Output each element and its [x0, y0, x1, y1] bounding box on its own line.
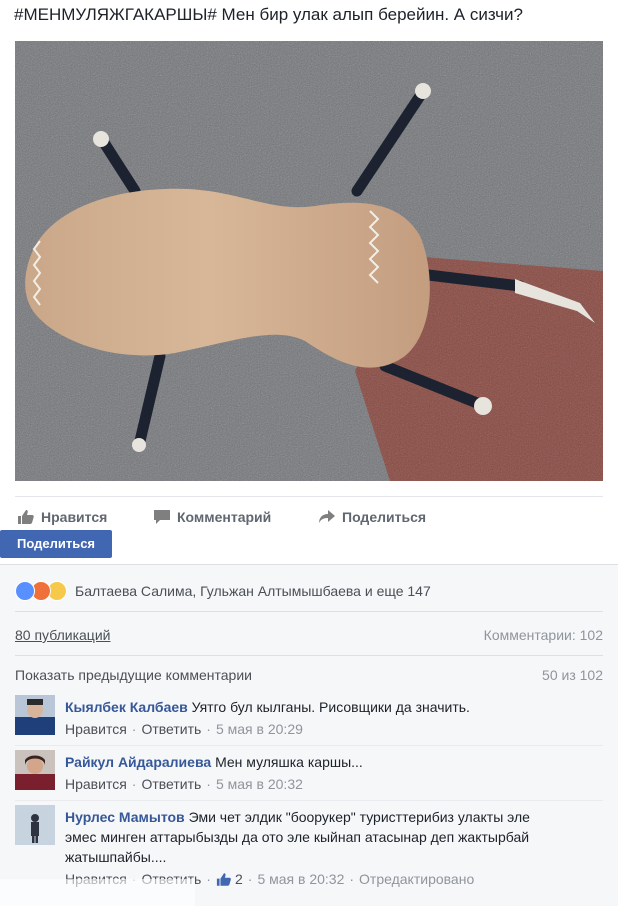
comments-panel: Балтаева Салима, Гульжан Алтымышбаева и … [0, 564, 618, 906]
previous-comments-row: Показать предыдущие комментарии 50 из 10… [15, 667, 603, 687]
comment-action[interactable]: Комментарий [153, 507, 271, 527]
comment-reply-link[interactable]: Ответить [141, 776, 201, 792]
comment-icon [154, 510, 170, 524]
comment-timestamp[interactable]: 5 мая в 20:32 [257, 871, 344, 887]
avatar[interactable] [15, 750, 55, 790]
comment-action-label: Комментарий [177, 509, 272, 525]
comments-count: Комментарии: 102 [483, 627, 603, 643]
comment-text: Уятго бул кылганы. Рисовщики да значить. [191, 699, 470, 715]
comment-author[interactable]: Райкул Айдаралиева [65, 754, 211, 770]
scroll-overlay [0, 879, 195, 906]
post-text: #МЕНМУЛЯЖГАКАРШЫ# Мен бир улак алып бере… [14, 5, 523, 24]
post-photo[interactable] [15, 41, 603, 481]
like-icon [15, 581, 35, 601]
divider [15, 800, 603, 801]
separator-dot: · [206, 776, 211, 792]
comment-reply-link[interactable]: Ответить [141, 721, 201, 737]
comment-edited-label[interactable]: Отредактировано [359, 871, 474, 887]
comment-author[interactable]: Кыялбек Калбаев [65, 699, 188, 715]
separator-dot: · [131, 776, 137, 792]
comment-text: Мен муляшка каршы... [215, 754, 363, 770]
separator-dot: · [247, 871, 253, 887]
thumbs-up-icon [216, 872, 231, 886]
comment-meta: Нравится · Ответить · 5 мая в 20:29 [65, 721, 303, 737]
separator-dot: · [131, 721, 137, 737]
divider [15, 655, 603, 656]
reactions-names: Балтаева Салима, Гульжан Алтымышбаева и … [75, 583, 431, 599]
thumbs-up-icon [18, 510, 34, 524]
share-button[interactable]: Поделиться [0, 530, 112, 558]
separator-dot: · [349, 871, 355, 887]
share-action[interactable]: Поделиться [318, 507, 426, 527]
reactions-summary[interactable]: Балтаева Салима, Гульжан Алтымышбаева и … [15, 579, 603, 603]
comment-timestamp[interactable]: 5 мая в 20:29 [216, 721, 303, 737]
shares-count-link[interactable]: 80 публикаций [15, 627, 110, 643]
comment-likes-count: 2 [234, 871, 243, 887]
comment-author[interactable]: Нурлес Мамытов [65, 809, 185, 825]
comment-likes[interactable]: 2 [216, 871, 243, 887]
comment-like-link[interactable]: Нравится [65, 776, 127, 792]
comment-body: Райкул Айдаралиева Мен муляшка каршы... [65, 752, 565, 772]
separator-dot: · [206, 871, 211, 887]
comment-like-link[interactable]: Нравится [65, 721, 127, 737]
share-action-label: Поделиться [342, 509, 427, 525]
avatar[interactable] [15, 805, 55, 845]
post-stats: 80 публикаций Комментарии: 102 [15, 627, 603, 647]
divider [15, 611, 603, 612]
comments-pager-counter: 50 из 102 [542, 667, 603, 683]
comment-body: Нурлес Мамытов Эми чет элдик "боорукер" … [65, 807, 565, 867]
comment-timestamp[interactable]: 5 мая в 20:32 [216, 776, 303, 792]
divider [15, 745, 603, 746]
comment-body: Кыялбек Калбаев Уятго бул кылганы. Рисов… [65, 697, 565, 717]
show-previous-comments-link[interactable]: Показать предыдущие комментарии [15, 667, 252, 683]
like-action[interactable]: Нравится [17, 507, 107, 527]
share-arrow-icon [319, 510, 335, 523]
comment-item: Райкул Айдаралиева Мен муляшка каршы... … [15, 750, 603, 798]
separator-dot: · [206, 721, 211, 737]
like-action-label: Нравится [41, 509, 108, 525]
comment-item: Кыялбек Калбаев Уятго бул кылганы. Рисов… [15, 695, 603, 743]
avatar[interactable] [15, 695, 55, 735]
comment-meta: Нравится · Ответить · 5 мая в 20:32 [65, 776, 303, 792]
